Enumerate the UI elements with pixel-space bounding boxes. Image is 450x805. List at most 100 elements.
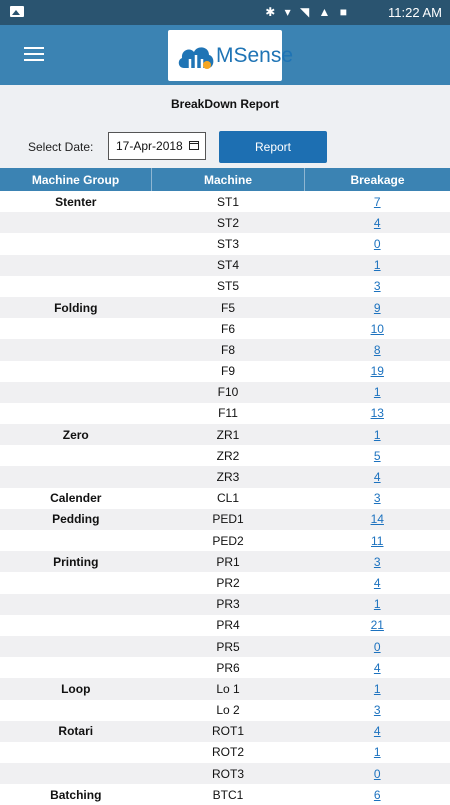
breakage-link[interactable]: 4 [374, 724, 381, 738]
breakage-cell: 4 [305, 466, 450, 487]
machine-cell: Lo 2 [152, 700, 305, 721]
cloud-logo-icon [176, 40, 216, 72]
breakage-cell: 1 [305, 678, 450, 699]
table-row: F610 [0, 318, 450, 339]
machine-group-cell [0, 403, 152, 424]
breakage-link[interactable]: 1 [374, 385, 381, 399]
machine-group-cell [0, 615, 152, 636]
breakage-link[interactable]: 5 [374, 449, 381, 463]
table-row: PED211 [0, 530, 450, 551]
machine-group-cell [0, 700, 152, 721]
machine-cell: PR2 [152, 572, 305, 593]
breakage-cell: 3 [305, 488, 450, 509]
table-row: F101 [0, 382, 450, 403]
breakage-link[interactable]: 7 [374, 195, 381, 209]
breakage-link[interactable]: 13 [371, 406, 384, 420]
breakage-link[interactable]: 8 [374, 343, 381, 357]
machine-cell: PR4 [152, 615, 305, 636]
breakage-link[interactable]: 19 [371, 364, 384, 378]
breakage-link[interactable]: 0 [374, 237, 381, 251]
table-row: ST30 [0, 233, 450, 254]
machine-cell: ROT3 [152, 763, 305, 784]
header-machine: Machine [152, 168, 305, 191]
breakage-cell: 3 [305, 276, 450, 297]
table-row: PrintingPR13 [0, 551, 450, 572]
breakage-link[interactable]: 1 [374, 682, 381, 696]
machine-group-cell [0, 657, 152, 678]
breakage-cell: 21 [305, 615, 450, 636]
breakage-link[interactable]: 3 [374, 279, 381, 293]
machine-group-cell: Folding [0, 297, 152, 318]
breakage-cell: 7 [305, 191, 450, 212]
breakage-link[interactable]: 3 [374, 491, 381, 505]
breakage-link[interactable]: 4 [374, 661, 381, 675]
machine-cell: PR5 [152, 636, 305, 657]
machine-group-cell [0, 763, 152, 784]
report-button[interactable]: Report [219, 131, 327, 163]
breakage-cell: 4 [305, 212, 450, 233]
machine-group-cell [0, 233, 152, 254]
breakage-cell: 4 [305, 572, 450, 593]
breakage-link[interactable]: 0 [374, 767, 381, 781]
table-row: PR2 4 [0, 572, 450, 593]
machine-group-cell [0, 255, 152, 276]
table-row: Lo 2 3 [0, 700, 450, 721]
table-row: PeddingPED114 [0, 509, 450, 530]
machine-cell: ST1 [152, 191, 305, 212]
breakage-link[interactable]: 11 [371, 534, 383, 548]
breakage-link[interactable]: 0 [374, 640, 381, 654]
table-row: PR5 0 [0, 636, 450, 657]
breakdown-table: Machine Group Machine Breakage StenterST… [0, 168, 450, 805]
main-content: BreakDown Report Select Date: 17-Apr-201… [0, 85, 450, 800]
table-row: RotariROT14 [0, 721, 450, 742]
machine-cell: Lo 1 [152, 678, 305, 699]
machine-cell: ROT1 [152, 721, 305, 742]
date-value: 17-Apr-2018 [116, 139, 183, 153]
breakage-cell: 10 [305, 318, 450, 339]
date-field[interactable]: 17-Apr-2018 [108, 132, 206, 160]
machine-group-cell: Loop [0, 678, 152, 699]
table-row: FoldingF59 [0, 297, 450, 318]
breakage-link[interactable]: 1 [374, 745, 381, 759]
breakage-link[interactable]: 4 [374, 576, 381, 590]
machine-group-cell: Printing [0, 551, 152, 572]
breakage-link[interactable]: 1 [374, 428, 381, 442]
breakage-link[interactable]: 1 [374, 597, 381, 611]
breakage-link[interactable]: 21 [371, 618, 384, 632]
calendar-icon[interactable] [189, 141, 199, 150]
breakage-link[interactable]: 1 [374, 258, 381, 272]
header-machine-group: Machine Group [0, 168, 152, 191]
breakage-link[interactable]: 4 [374, 470, 381, 484]
breakage-link[interactable]: 14 [371, 512, 384, 526]
breakage-link[interactable]: 10 [371, 322, 384, 336]
breakage-cell: 8 [305, 339, 450, 360]
app-bar: MSense [0, 25, 450, 85]
table-row: StenterST17 [0, 191, 450, 212]
machine-cell: BTC1 [152, 784, 305, 805]
menu-icon[interactable] [24, 47, 44, 63]
table-row: ZeroZR1 1 [0, 424, 450, 445]
machine-cell: ZR1 [152, 424, 305, 445]
machine-group-cell: Batching [0, 784, 152, 805]
machine-group-cell: Zero [0, 424, 152, 445]
breakage-cell: 1 [305, 594, 450, 615]
breakage-cell: 4 [305, 721, 450, 742]
machine-group-cell [0, 466, 152, 487]
table-row: PR64 [0, 657, 450, 678]
breakage-cell: 1 [305, 382, 450, 403]
breakage-link[interactable]: 3 [374, 555, 381, 569]
breakage-cell: 3 [305, 551, 450, 572]
machine-cell: ZR2 [152, 445, 305, 466]
machine-group-cell [0, 636, 152, 657]
breakage-link[interactable]: 9 [374, 301, 381, 315]
table-row: PR4 21 [0, 615, 450, 636]
machine-cell: F8 [152, 339, 305, 360]
machine-group-cell [0, 594, 152, 615]
table-row: F919 [0, 361, 450, 382]
breakage-cell: 19 [305, 361, 450, 382]
breakage-link[interactable]: 4 [374, 216, 381, 230]
breakage-link[interactable]: 3 [374, 703, 381, 717]
machine-cell: ST5 [152, 276, 305, 297]
breakage-cell: 1 [305, 255, 450, 276]
machine-group-cell [0, 318, 152, 339]
